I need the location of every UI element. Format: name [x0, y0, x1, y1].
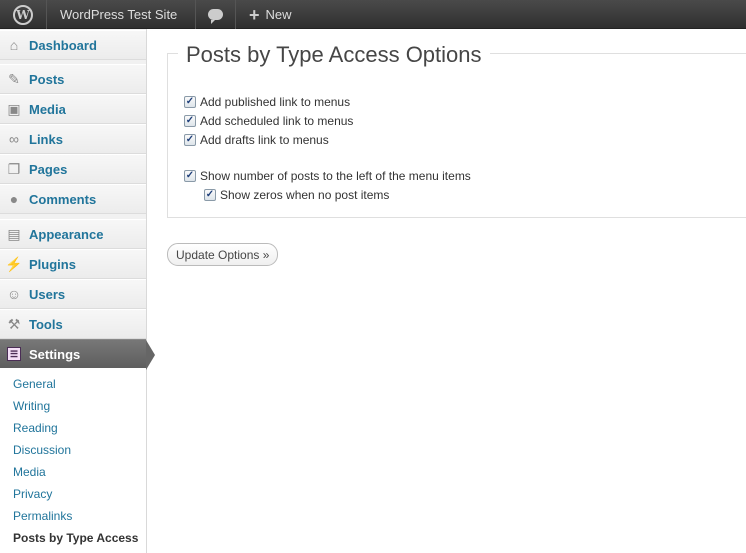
sidebar-item-label: Settings	[29, 346, 81, 362]
option-scheduled-link[interactable]: ✓ Add scheduled link to menus	[184, 114, 353, 128]
sidebar-item-links[interactable]: ∞ Links	[0, 124, 146, 154]
submenu-item-general[interactable]: General	[13, 377, 56, 391]
sidebar-item-label: Users	[29, 286, 66, 302]
option-show-zeros[interactable]: ✓ Show zeros when no post items	[204, 188, 389, 202]
sidebar-item-label: Tools	[29, 316, 63, 332]
submenu-item-posts-by-type-access[interactable]: Posts by Type Access	[13, 531, 138, 545]
sidebar-item-label: Plugins	[29, 256, 76, 272]
submenu-item-discussion[interactable]: Discussion	[13, 443, 71, 457]
pushpin-icon: ✎	[8, 71, 20, 87]
submenu-item-writing[interactable]: Writing	[13, 399, 50, 413]
tools-icon: ⚒	[7, 316, 21, 332]
submenu-item-privacy[interactable]: Privacy	[13, 487, 52, 501]
option-label: Show number of posts to the left of the …	[200, 169, 471, 183]
submenu-item-reading[interactable]: Reading	[13, 421, 58, 435]
plus-icon: +	[249, 4, 260, 25]
settings-submenu: General Writing Reading Discussion Media…	[0, 368, 146, 553]
option-published-link[interactable]: ✓ Add published link to menus	[184, 95, 350, 109]
option-drafts-link[interactable]: ✓ Add drafts link to menus	[184, 133, 329, 147]
sidebar-item-label: Links	[29, 131, 63, 147]
sidebar-item-label: Dashboard	[29, 37, 97, 53]
sidebar-item-label: Comments	[29, 191, 97, 207]
sidebar-item-plugins[interactable]: ⚡ Plugins	[0, 249, 146, 279]
sidebar-item-label: Posts	[29, 71, 65, 87]
sidebar-item-dashboard[interactable]: ⌂ Dashboard	[0, 30, 146, 60]
admin-bar: W WordPress Test Site + New	[0, 0, 746, 29]
sidebar-item-posts[interactable]: ✎ Posts	[0, 64, 146, 94]
new-content-button[interactable]: + New	[249, 0, 292, 29]
media-icon: ▣	[7, 101, 21, 117]
submenu-item-media[interactable]: Media	[13, 465, 46, 479]
sidebar-item-users[interactable]: ☺ Users	[0, 279, 146, 309]
options-fieldset: Posts by Type Access Options ✓ Add publi…	[167, 42, 746, 218]
show-zeros-checkbox[interactable]: ✓	[204, 189, 216, 201]
plugin-icon: ⚡	[5, 256, 23, 272]
settings-icon: ☰	[6, 346, 22, 362]
link-icon: ∞	[9, 131, 19, 147]
divider	[46, 0, 47, 29]
sidebar-item-media[interactable]: ▣ Media	[0, 94, 146, 124]
drafts-link-checkbox[interactable]: ✓	[184, 134, 196, 146]
site-name-link[interactable]: WordPress Test Site	[60, 0, 177, 29]
option-show-number[interactable]: ✓ Show number of posts to the left of th…	[184, 169, 471, 183]
option-label: Add drafts link to menus	[200, 133, 329, 147]
pages-icon: ❐	[7, 161, 21, 177]
dashboard-icon: ⌂	[9, 37, 19, 53]
divider	[235, 0, 236, 29]
option-label: Add scheduled link to menus	[200, 114, 354, 128]
sidebar-item-tools[interactable]: ⚒ Tools	[0, 309, 146, 339]
users-icon: ☺	[6, 286, 22, 302]
main-content: Posts by Type Access Options ✓ Add publi…	[147, 29, 746, 553]
wordpress-logo-icon[interactable]: W	[0, 0, 46, 29]
sidebar-item-settings[interactable]: ☰ Settings	[0, 339, 155, 370]
comment-bubble-icon[interactable]	[196, 0, 234, 29]
sidebar-item-appearance[interactable]: ▤ Appearance	[0, 219, 146, 249]
published-link-checkbox[interactable]: ✓	[184, 96, 196, 108]
admin-sidebar: ⌂ Dashboard ✎ Posts ▣ Media ∞ Links ❐ Pa…	[0, 29, 155, 553]
scheduled-link-checkbox[interactable]: ✓	[184, 115, 196, 127]
page-title: Posts by Type Access Options	[178, 42, 490, 68]
option-label: Add published link to menus	[200, 95, 351, 109]
new-label: New	[265, 7, 292, 22]
appearance-icon: ▤	[7, 226, 21, 242]
submenu-item-permalinks[interactable]: Permalinks	[13, 509, 72, 523]
sidebar-item-comments[interactable]: ● Comments	[0, 184, 146, 214]
sidebar-item-label: Appearance	[29, 226, 104, 242]
comments-icon: ●	[9, 191, 19, 207]
update-options-button[interactable]: Update Options »	[167, 243, 279, 266]
sidebar-item-label: Media	[29, 101, 66, 117]
option-label: Show zeros when no post items	[220, 188, 390, 202]
show-number-checkbox[interactable]: ✓	[184, 170, 196, 182]
sidebar-item-pages[interactable]: ❐ Pages	[0, 154, 146, 184]
sidebar-item-label: Pages	[29, 161, 68, 177]
